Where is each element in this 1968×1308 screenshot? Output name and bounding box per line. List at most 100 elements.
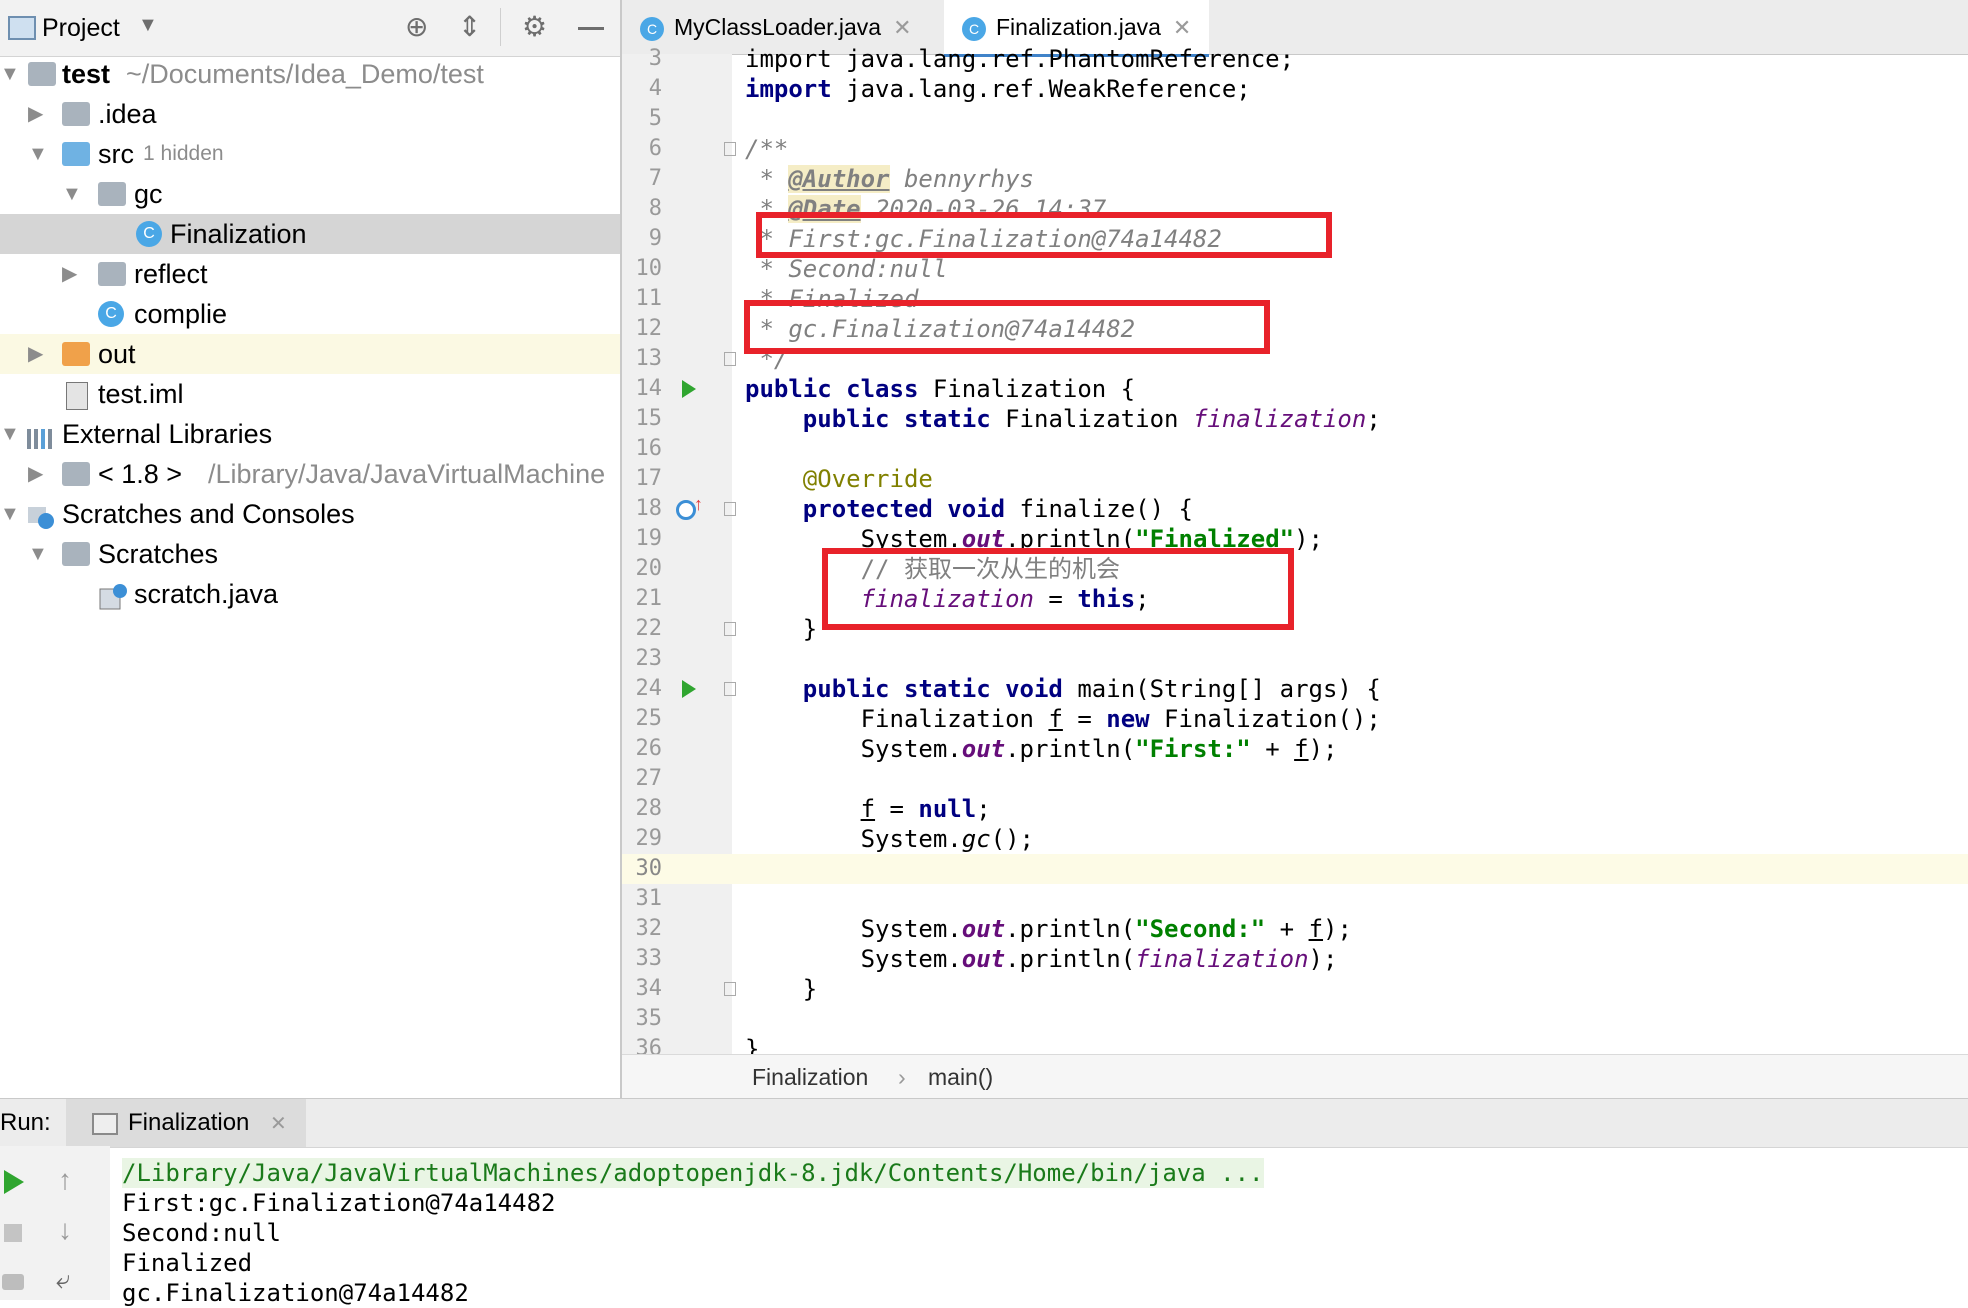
close-icon[interactable]: ✕ bbox=[893, 15, 911, 40]
run-class-icon[interactable] bbox=[682, 380, 696, 398]
line-number[interactable]: 5 bbox=[622, 104, 662, 134]
line-number[interactable]: 26 bbox=[622, 734, 663, 764]
override-icon[interactable] bbox=[676, 500, 696, 520]
rerun-icon[interactable] bbox=[4, 1170, 24, 1194]
line-number[interactable]: 14 bbox=[622, 374, 663, 404]
breadcrumb-method[interactable]: main() bbox=[928, 1055, 993, 1099]
tree-item-test[interactable]: ▼ test ~/Documents/Idea_Demo/test bbox=[0, 54, 620, 94]
line-number[interactable]: 29 bbox=[622, 824, 663, 854]
chevron-down-icon[interactable]: ▼ bbox=[0, 414, 20, 454]
line-number[interactable]: 23 bbox=[622, 644, 663, 674]
breadcrumb-class[interactable]: Finalization bbox=[752, 1055, 868, 1099]
line-number[interactable]: 12 bbox=[622, 314, 663, 344]
code-line[interactable]: protected void finalize() { bbox=[745, 494, 1193, 524]
line-number[interactable]: 7 bbox=[622, 164, 662, 194]
line-number[interactable]: 20 bbox=[622, 554, 663, 584]
tree-item-test-iml[interactable]: test.iml bbox=[0, 374, 620, 414]
close-icon[interactable]: ✕ bbox=[270, 1111, 287, 1136]
tree-item-idea[interactable]: ▶ .idea bbox=[0, 94, 620, 134]
line-number[interactable]: 21 bbox=[622, 584, 663, 614]
chevron-down-icon[interactable]: ▼ bbox=[138, 14, 158, 37]
project-view-selector[interactable]: Project bbox=[42, 14, 120, 43]
code-line[interactable]: } bbox=[745, 1034, 759, 1054]
code-line[interactable]: @Override bbox=[745, 464, 933, 494]
locate-icon[interactable]: ⊕ bbox=[405, 10, 428, 43]
chevron-down-icon[interactable]: ▼ bbox=[28, 134, 48, 174]
tree-item-src[interactable]: ▼ src 1 hidden bbox=[0, 134, 620, 174]
fold-icon[interactable] bbox=[724, 682, 736, 696]
line-number[interactable]: 28 bbox=[622, 794, 663, 824]
tree-item-gc[interactable]: ▼ gc bbox=[0, 174, 620, 214]
run-main-icon[interactable] bbox=[682, 680, 696, 698]
gear-icon[interactable]: ⚙ bbox=[522, 10, 547, 43]
code-line[interactable]: System.out.println("Second:" + f); bbox=[745, 914, 1352, 944]
line-number[interactable]: 16 bbox=[622, 434, 663, 464]
arrow-down-icon[interactable]: ↓ bbox=[58, 1214, 72, 1246]
line-number[interactable]: 22 bbox=[622, 614, 663, 644]
code-line[interactable]: import java.lang.ref.PhantomReference; bbox=[745, 44, 1294, 74]
code-line[interactable]: System.gc(); bbox=[745, 824, 1034, 854]
hide-panel-icon[interactable] bbox=[578, 27, 604, 30]
soft-wrap-icon[interactable]: ⤶ bbox=[56, 1264, 71, 1296]
stop-icon[interactable] bbox=[4, 1224, 22, 1242]
code-line[interactable]: } bbox=[745, 974, 817, 1004]
code-line[interactable]: * @Author bennyrhys bbox=[745, 164, 1034, 194]
collapse-all-icon[interactable]: ⇕ bbox=[458, 10, 481, 43]
line-number[interactable]: 27 bbox=[622, 764, 663, 794]
code-line[interactable]: } bbox=[745, 614, 817, 644]
line-number[interactable]: 13 bbox=[622, 344, 663, 374]
line-number[interactable]: 18 bbox=[622, 494, 663, 524]
line-number[interactable]: 33 bbox=[622, 944, 663, 974]
chevron-right-icon[interactable]: ▶ bbox=[62, 254, 77, 294]
chevron-down-icon[interactable]: ▼ bbox=[62, 174, 82, 214]
line-number[interactable]: 30 bbox=[622, 854, 663, 884]
code-line[interactable]: import java.lang.ref.WeakReference; bbox=[745, 74, 1251, 104]
line-number[interactable]: 9 bbox=[622, 224, 662, 254]
line-number[interactable]: 17 bbox=[622, 464, 663, 494]
code-line[interactable]: public static void main(String[] args) { bbox=[745, 674, 1381, 704]
line-number[interactable]: 11 bbox=[622, 284, 663, 314]
tree-item-finalization[interactable]: C Finalization bbox=[0, 214, 620, 254]
code-line[interactable]: Finalization f = new Finalization(); bbox=[745, 704, 1381, 734]
code-line[interactable]: * Second:null bbox=[745, 254, 947, 284]
fold-icon[interactable] bbox=[724, 622, 736, 636]
chevron-down-icon[interactable]: ▼ bbox=[0, 494, 20, 534]
line-number[interactable]: 10 bbox=[622, 254, 663, 284]
fold-icon[interactable] bbox=[724, 142, 736, 156]
fold-icon[interactable] bbox=[724, 502, 736, 516]
chevron-right-icon[interactable]: ▶ bbox=[28, 454, 43, 494]
code-line[interactable]: System.out.println("First:" + f); bbox=[745, 734, 1338, 764]
fold-icon[interactable] bbox=[724, 982, 736, 996]
line-number[interactable]: 32 bbox=[622, 914, 663, 944]
arrow-up-icon[interactable]: ↑ bbox=[58, 1164, 72, 1196]
chevron-down-icon[interactable]: ▼ bbox=[28, 534, 48, 574]
line-number[interactable]: 8 bbox=[622, 194, 662, 224]
line-number[interactable]: 4 bbox=[622, 74, 662, 104]
tree-item-out[interactable]: ▶ out bbox=[0, 334, 620, 374]
line-number[interactable]: 35 bbox=[622, 1004, 663, 1034]
chevron-down-icon[interactable]: ▼ bbox=[0, 54, 20, 94]
line-number[interactable]: 31 bbox=[622, 884, 663, 914]
fold-icon[interactable] bbox=[724, 352, 736, 366]
code-line[interactable]: public class Finalization { bbox=[745, 374, 1135, 404]
code-line[interactable]: System.out.println(finalization); bbox=[745, 944, 1338, 974]
tree-item-complie[interactable]: C complie bbox=[0, 294, 620, 334]
tree-item-jdk[interactable]: ▶ < 1.8 > /Library/Java/JavaVirtualMachi… bbox=[0, 454, 620, 494]
line-number[interactable]: 34 bbox=[622, 974, 663, 1004]
line-number[interactable]: 3 bbox=[622, 44, 662, 74]
code-line[interactable]: f = null; bbox=[745, 794, 991, 824]
tree-item-external-libraries[interactable]: ▼ External Libraries bbox=[0, 414, 620, 454]
camera-icon[interactable] bbox=[2, 1274, 24, 1290]
line-number[interactable]: 24 bbox=[622, 674, 663, 704]
code-line[interactable]: /** bbox=[745, 134, 788, 164]
tree-item-scratch-java[interactable]: scratch.java bbox=[0, 574, 620, 614]
chevron-right-icon[interactable]: ▶ bbox=[28, 334, 43, 374]
line-number[interactable]: 19 bbox=[622, 524, 663, 554]
chevron-right-icon[interactable]: ▶ bbox=[28, 94, 43, 134]
line-number[interactable]: 6 bbox=[622, 134, 662, 164]
close-icon[interactable]: ✕ bbox=[1173, 15, 1191, 40]
run-tab-finalization[interactable]: Finalization ✕ bbox=[66, 1099, 306, 1147]
line-number[interactable]: 25 bbox=[622, 704, 663, 734]
tree-item-scratches-consoles[interactable]: ▼ Scratches and Consoles bbox=[0, 494, 620, 534]
code-line[interactable]: public static Finalization finalization; bbox=[745, 404, 1381, 434]
